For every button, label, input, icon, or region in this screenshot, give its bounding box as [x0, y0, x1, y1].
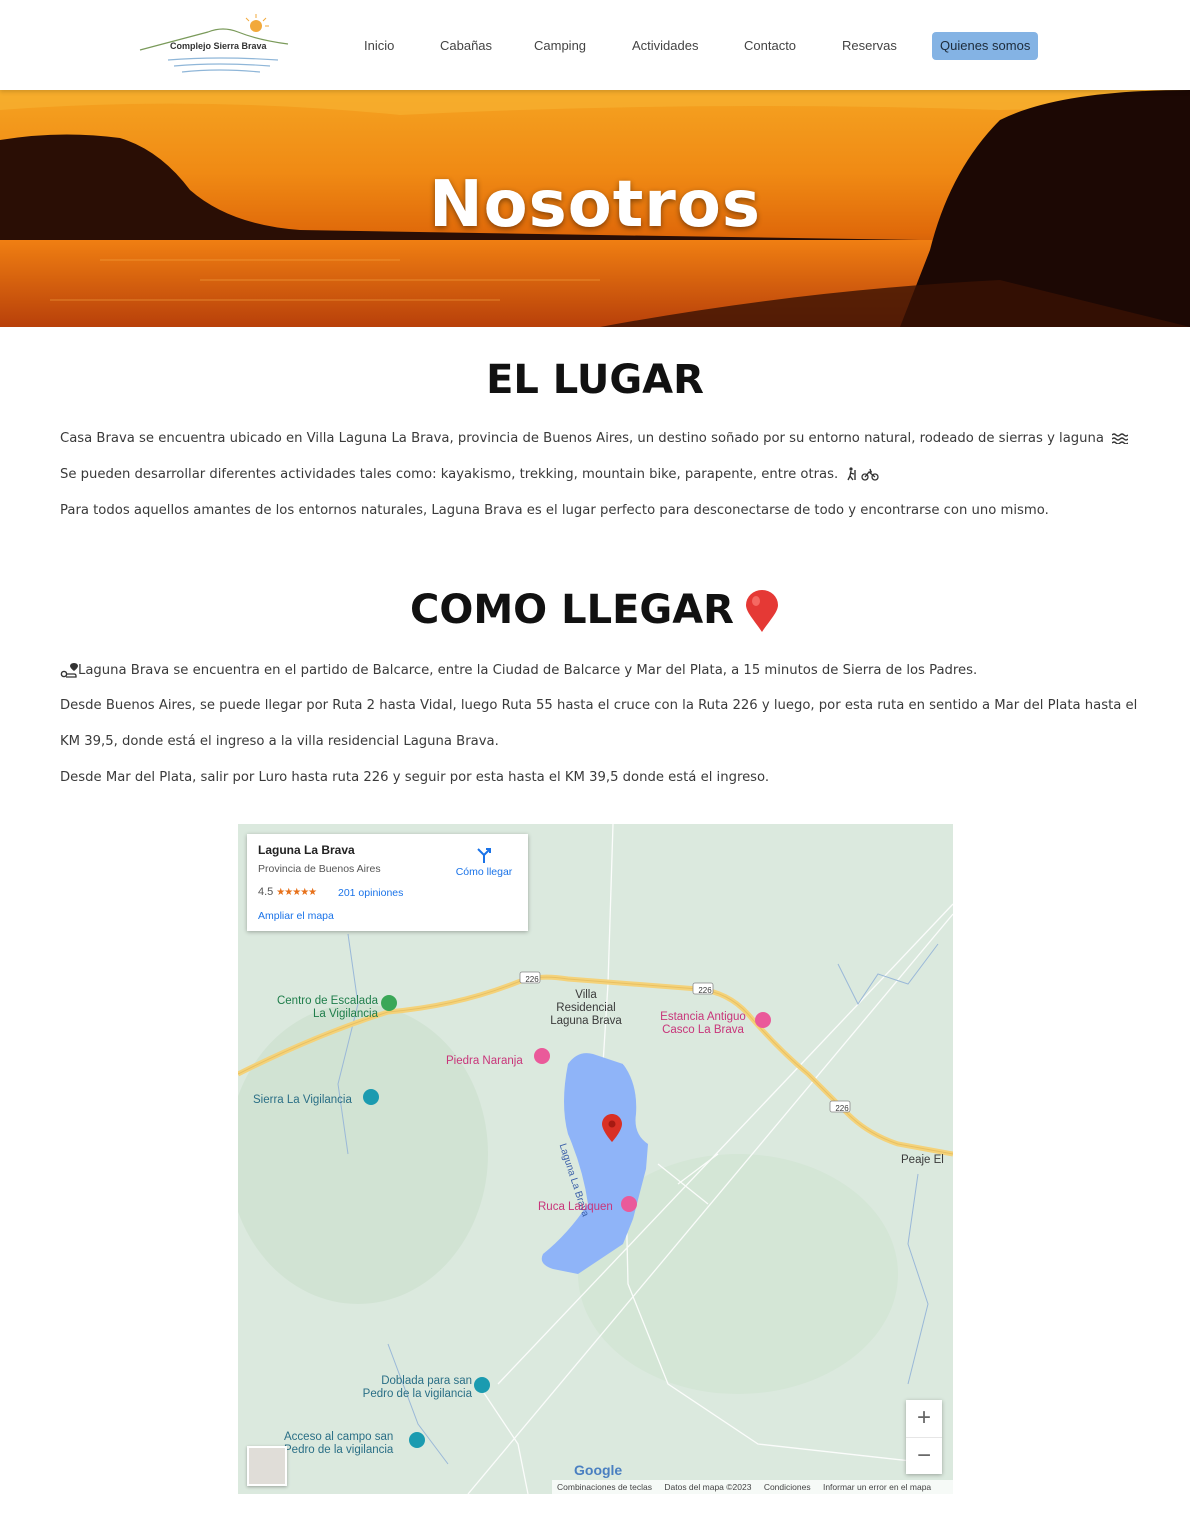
- map-data-text: Datos del mapa ©2023: [664, 1482, 752, 1492]
- route-226-label: 226: [525, 975, 539, 984]
- label-line: La Vigilancia: [312, 1008, 378, 1020]
- paragraph-text: Laguna Brava se encuentra en el partido …: [78, 663, 978, 678]
- reviews-link[interactable]: 201 opiniones: [338, 887, 403, 899]
- embedded-map[interactable]: 226 226 226 Centro de Escalada La Vigila…: [238, 824, 953, 1494]
- hero-title: Nosotros: [429, 168, 761, 242]
- paragraph: Desde Buenos Aires, se puede llegar por …: [60, 698, 1138, 713]
- main-nav: Inicio Cabañas Camping Actividades Conta…: [0, 32, 1190, 60]
- label-line: Estancia Antiguo: [660, 1011, 746, 1023]
- map-label-doblada[interactable]: Doblada para san Pedro de la vigilancia: [346, 1375, 472, 1401]
- directions-icon: [477, 848, 491, 863]
- directions-label: Cómo llegar: [455, 866, 513, 878]
- map-label-sierra[interactable]: Sierra La Vigilancia: [253, 1094, 352, 1107]
- label-line: Pedro de la vigilancia: [284, 1444, 394, 1456]
- rating-stars: ★★★★★: [276, 887, 317, 898]
- nav-contacto[interactable]: Contacto: [744, 32, 796, 60]
- zoom-out-button[interactable]: −: [906, 1437, 942, 1474]
- nav-quienes-somos[interactable]: Quienes somos: [932, 32, 1039, 60]
- paragraph: Se pueden desarrollar diferentes activid…: [60, 467, 880, 482]
- label-line: Villa: [575, 989, 597, 1001]
- section-title-como-llegar: COMO LLEGAR: [0, 587, 1190, 634]
- label-line: Casco La Brava: [662, 1024, 744, 1036]
- map-label-acceso[interactable]: Acceso al campo san Pedro de la vigilanc…: [284, 1431, 393, 1457]
- map-label-estancia[interactable]: Estancia Antiguo Casco La Brava: [652, 1011, 754, 1037]
- terms-link[interactable]: Condiciones: [764, 1482, 811, 1492]
- paragraph: Casa Brava se encuentra ubicado en Villa…: [60, 431, 1129, 446]
- map-label-piedra-naranja[interactable]: Piedra Naranja: [446, 1055, 523, 1068]
- paragraph: Desde Mar del Plata, salir por Luro hast…: [60, 770, 770, 785]
- nav-inicio[interactable]: Inicio: [364, 32, 394, 60]
- map-label-peaje: Peaje El: [901, 1154, 944, 1166]
- place-rating: 4.5 ★★★★★: [258, 886, 317, 898]
- place-card: Laguna La Brava Provincia de Buenos Aire…: [247, 834, 528, 931]
- nav-camping[interactable]: Camping: [534, 32, 586, 60]
- label-line: Pedro de la vigilancia: [362, 1388, 472, 1400]
- site-header: Complejo Sierra Brava Inicio Cabañas Cam…: [0, 0, 1190, 90]
- map-footer: Combinaciones de teclas Datos del mapa ©…: [552, 1480, 953, 1494]
- route-icon: [60, 663, 78, 678]
- map-label-escalada[interactable]: Centro de Escalada La Vigilancia: [268, 995, 378, 1021]
- hero-banner: Nosotros: [0, 90, 1190, 327]
- zoom-controls: + −: [906, 1400, 942, 1474]
- zoom-in-button[interactable]: +: [906, 1400, 942, 1436]
- keyboard-shortcuts-link[interactable]: Combinaciones de teclas: [557, 1482, 652, 1492]
- directions-button[interactable]: Cómo llegar: [451, 846, 517, 878]
- map-label-villa[interactable]: Villa Residencial Laguna Brava: [538, 989, 634, 1028]
- route-226-label: 226: [835, 1104, 849, 1113]
- rating-value: 4.5: [258, 886, 274, 898]
- water-wave-icon: [1111, 433, 1129, 445]
- paragraph: Para todos aquellos amantes de los entor…: [60, 503, 1049, 518]
- place-title: Laguna La Brava: [258, 843, 355, 857]
- place-subtitle: Provincia de Buenos Aires: [258, 863, 381, 875]
- enlarge-map-link[interactable]: Ampliar el mapa: [258, 910, 334, 922]
- label-line: Laguna Brava: [550, 1015, 622, 1027]
- section-title-el-lugar: EL LUGAR: [486, 357, 704, 403]
- nav-actividades[interactable]: Actividades: [632, 32, 698, 60]
- paragraph-text: Casa Brava se encuentra ubicado en Villa…: [60, 431, 1104, 446]
- report-error-link[interactable]: Informar un error en el mapa: [823, 1482, 931, 1492]
- route-226-label: 226: [698, 986, 712, 995]
- paragraph: KM 39,5, donde está el ingreso a la vill…: [60, 734, 499, 749]
- label-line: Centro de Escalada: [276, 995, 378, 1007]
- map-pin-icon: [745, 590, 778, 632]
- label-line: Residencial: [556, 1002, 616, 1014]
- nav-reservas[interactable]: Reservas: [842, 32, 897, 60]
- paragraph-text: Se pueden desarrollar diferentes activid…: [60, 467, 839, 482]
- map-type-toggle[interactable]: [247, 1446, 287, 1486]
- nav-cabanas[interactable]: Cabañas: [440, 32, 492, 60]
- map-label-ruca-lauquen[interactable]: Ruca Lauquen: [538, 1201, 613, 1214]
- hiking-bike-icon: [847, 467, 880, 481]
- label-line: Acceso al campo san: [284, 1431, 394, 1443]
- section-title-text: COMO LLEGAR: [410, 587, 734, 633]
- paragraph: Laguna Brava se encuentra en el partido …: [60, 662, 977, 678]
- label-line: Doblada para san: [381, 1375, 472, 1387]
- google-logo: Google: [574, 1462, 623, 1478]
